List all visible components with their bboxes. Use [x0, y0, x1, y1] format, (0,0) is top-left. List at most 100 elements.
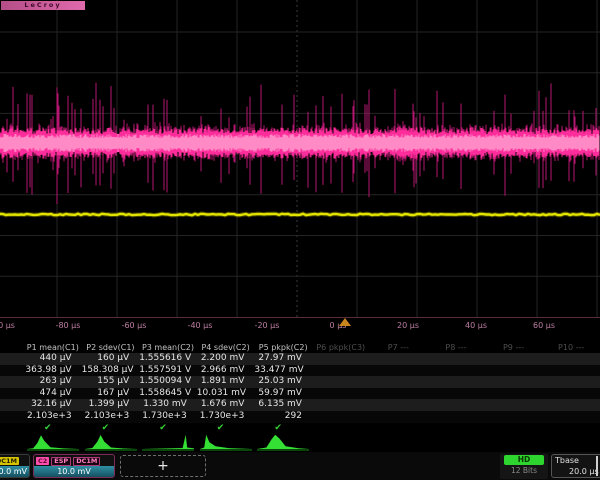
param-header-p6[interactable]: P6 pkpk(C3) [312, 342, 370, 353]
param-value-cell: 25.03 mV [254, 376, 312, 388]
param-value-cell: 1.555616 V [139, 353, 197, 365]
param-value-cell [370, 411, 428, 423]
param-header-p8[interactable]: P8 --- [427, 342, 485, 353]
param-value-cell [427, 388, 485, 400]
param-value-cell: 2.103e+3 [24, 411, 82, 423]
param-value-cell [542, 399, 600, 411]
time-axis-label: -60 µs [122, 321, 147, 330]
param-value-cell [370, 353, 428, 365]
param-header-p10[interactable]: P10 --- [542, 342, 600, 353]
param-value-cell [427, 365, 485, 377]
param-value-cell: 1.676 mV [197, 399, 255, 411]
param-header-p7[interactable]: P7 --- [370, 342, 428, 353]
timebase-descriptor[interactable]: Tbase 20.0 µs [551, 454, 600, 478]
param-value-cell [312, 365, 370, 377]
param-value-cell [370, 399, 428, 411]
param-value-cell [427, 399, 485, 411]
timebase-hdiv-value: 20.0 µs [569, 467, 599, 476]
param-value-cell: 292 [254, 411, 312, 423]
oscilloscope-screen: LeCroy -100 µs-80 µs-60 µs-40 µs-20 µs0 … [0, 0, 600, 480]
c2-noise-trace [0, 83, 599, 204]
param-value-cell [542, 388, 600, 400]
param-value-cell [370, 376, 428, 388]
param-value-cell: 6.135 mV [254, 399, 312, 411]
param-value-cell: 440 µV [24, 353, 82, 365]
time-axis-label: -80 µs [56, 321, 81, 330]
param-header-p5[interactable]: P5 pkpk(C2) [254, 342, 312, 353]
param-value-cell: 263 µV [24, 376, 82, 388]
histicon-spike-right[interactable] [142, 434, 194, 451]
histicon-bell[interactable] [257, 434, 309, 451]
param-header-p3[interactable]: P3 mean(C2) [139, 342, 197, 353]
param-value-cell [427, 353, 485, 365]
histicon-spike-left[interactable] [200, 434, 252, 451]
time-axis-label: -40 µs [188, 321, 213, 330]
param-status-check-icon: ✔ [139, 423, 197, 433]
param-value-cell [312, 353, 370, 365]
param-header-p1[interactable]: P1 mean(C1) [24, 342, 82, 353]
time-axis-line [0, 317, 600, 318]
histicon-bell[interactable] [27, 434, 79, 451]
c1-flat-trace [0, 214, 600, 215]
hd-badge: HD [504, 455, 544, 465]
c2-vdiv-value: 10.0 mV [34, 466, 114, 477]
param-value-cell [370, 365, 428, 377]
param-header-p2[interactable]: P2 sdev(C1) [82, 342, 140, 353]
param-value-cell: 1.730e+3 [139, 411, 197, 423]
param-value-cell [542, 353, 600, 365]
param-header-p9[interactable]: P9 --- [485, 342, 543, 353]
histicon-bell[interactable] [85, 434, 137, 451]
param-value-cell: 1.558645 V [139, 388, 197, 400]
plus-icon: + [157, 458, 169, 474]
param-header-p4[interactable]: P4 sdev(C2) [197, 342, 255, 353]
time-axis-label: -20 µs [255, 321, 280, 330]
c2-coupling-badge: DC1M [73, 457, 100, 466]
param-value-cell [312, 376, 370, 388]
param-status-check-icon: ✔ [82, 423, 140, 433]
param-value-cell: 2.103e+3 [82, 411, 140, 423]
time-axis: -100 µs-80 µs-60 µs-40 µs-20 µs0 µs20 µs… [0, 317, 600, 332]
param-value-cell: 155 µV [82, 376, 140, 388]
param-value-cell: 158.308 µV [82, 365, 140, 377]
param-value-cell: 27.97 mV [254, 353, 312, 365]
time-axis-label: 60 µs [533, 321, 555, 330]
param-value-cell [312, 411, 370, 423]
c2-eres-badge: ESP [51, 457, 71, 466]
param-value-cell: 1.399 µV [82, 399, 140, 411]
hd-mode-panel[interactable]: HD 12 Bits [500, 454, 548, 479]
c1-vdiv-value: 50.0 mV [0, 466, 29, 477]
param-value-cell [485, 411, 543, 423]
trigger-position-marker[interactable] [339, 318, 351, 326]
time-axis-label: 20 µs [397, 321, 419, 330]
channel-c1-descriptor[interactable]: DC1M 50.0 mV [0, 454, 30, 478]
param-value-cell [427, 376, 485, 388]
param-value-cell: 1.330 mV [139, 399, 197, 411]
param-value-cell [485, 353, 543, 365]
param-value-cell [312, 388, 370, 400]
param-value-cell: 474 µV [24, 388, 82, 400]
param-value-cell: 1.557591 V [139, 365, 197, 377]
param-value-cell: 160 µV [82, 353, 140, 365]
add-trace-button[interactable]: + [120, 455, 206, 477]
param-value-cell: 1.891 mV [197, 376, 255, 388]
param-value-cell [485, 376, 543, 388]
channel-c2-descriptor[interactable]: C2 ESP DC1M 10.0 mV [33, 454, 115, 478]
top-left-badge: LeCroy [1, 1, 85, 10]
param-value-cell [542, 411, 600, 423]
param-value-cell: 10.031 mV [197, 388, 255, 400]
param-status-check-icon: ✔ [24, 423, 82, 433]
param-value-cell [485, 399, 543, 411]
timebase-label: Tbase [555, 456, 579, 465]
param-value-cell [485, 388, 543, 400]
param-value-cell [312, 399, 370, 411]
time-axis-label: -100 µs [0, 321, 15, 330]
param-value-cell [427, 411, 485, 423]
param-value-cell [370, 388, 428, 400]
param-value-cell: 363.98 µV [24, 365, 82, 377]
param-value-cell: 32.16 µV [24, 399, 82, 411]
hd-bits-label: 12 Bits [500, 465, 548, 477]
waveform-plot-area [0, 0, 600, 318]
param-value-cell: 59.97 mV [254, 388, 312, 400]
c2-channel-badge: C2 [36, 457, 49, 465]
param-status-check-icon: ✔ [254, 423, 312, 433]
